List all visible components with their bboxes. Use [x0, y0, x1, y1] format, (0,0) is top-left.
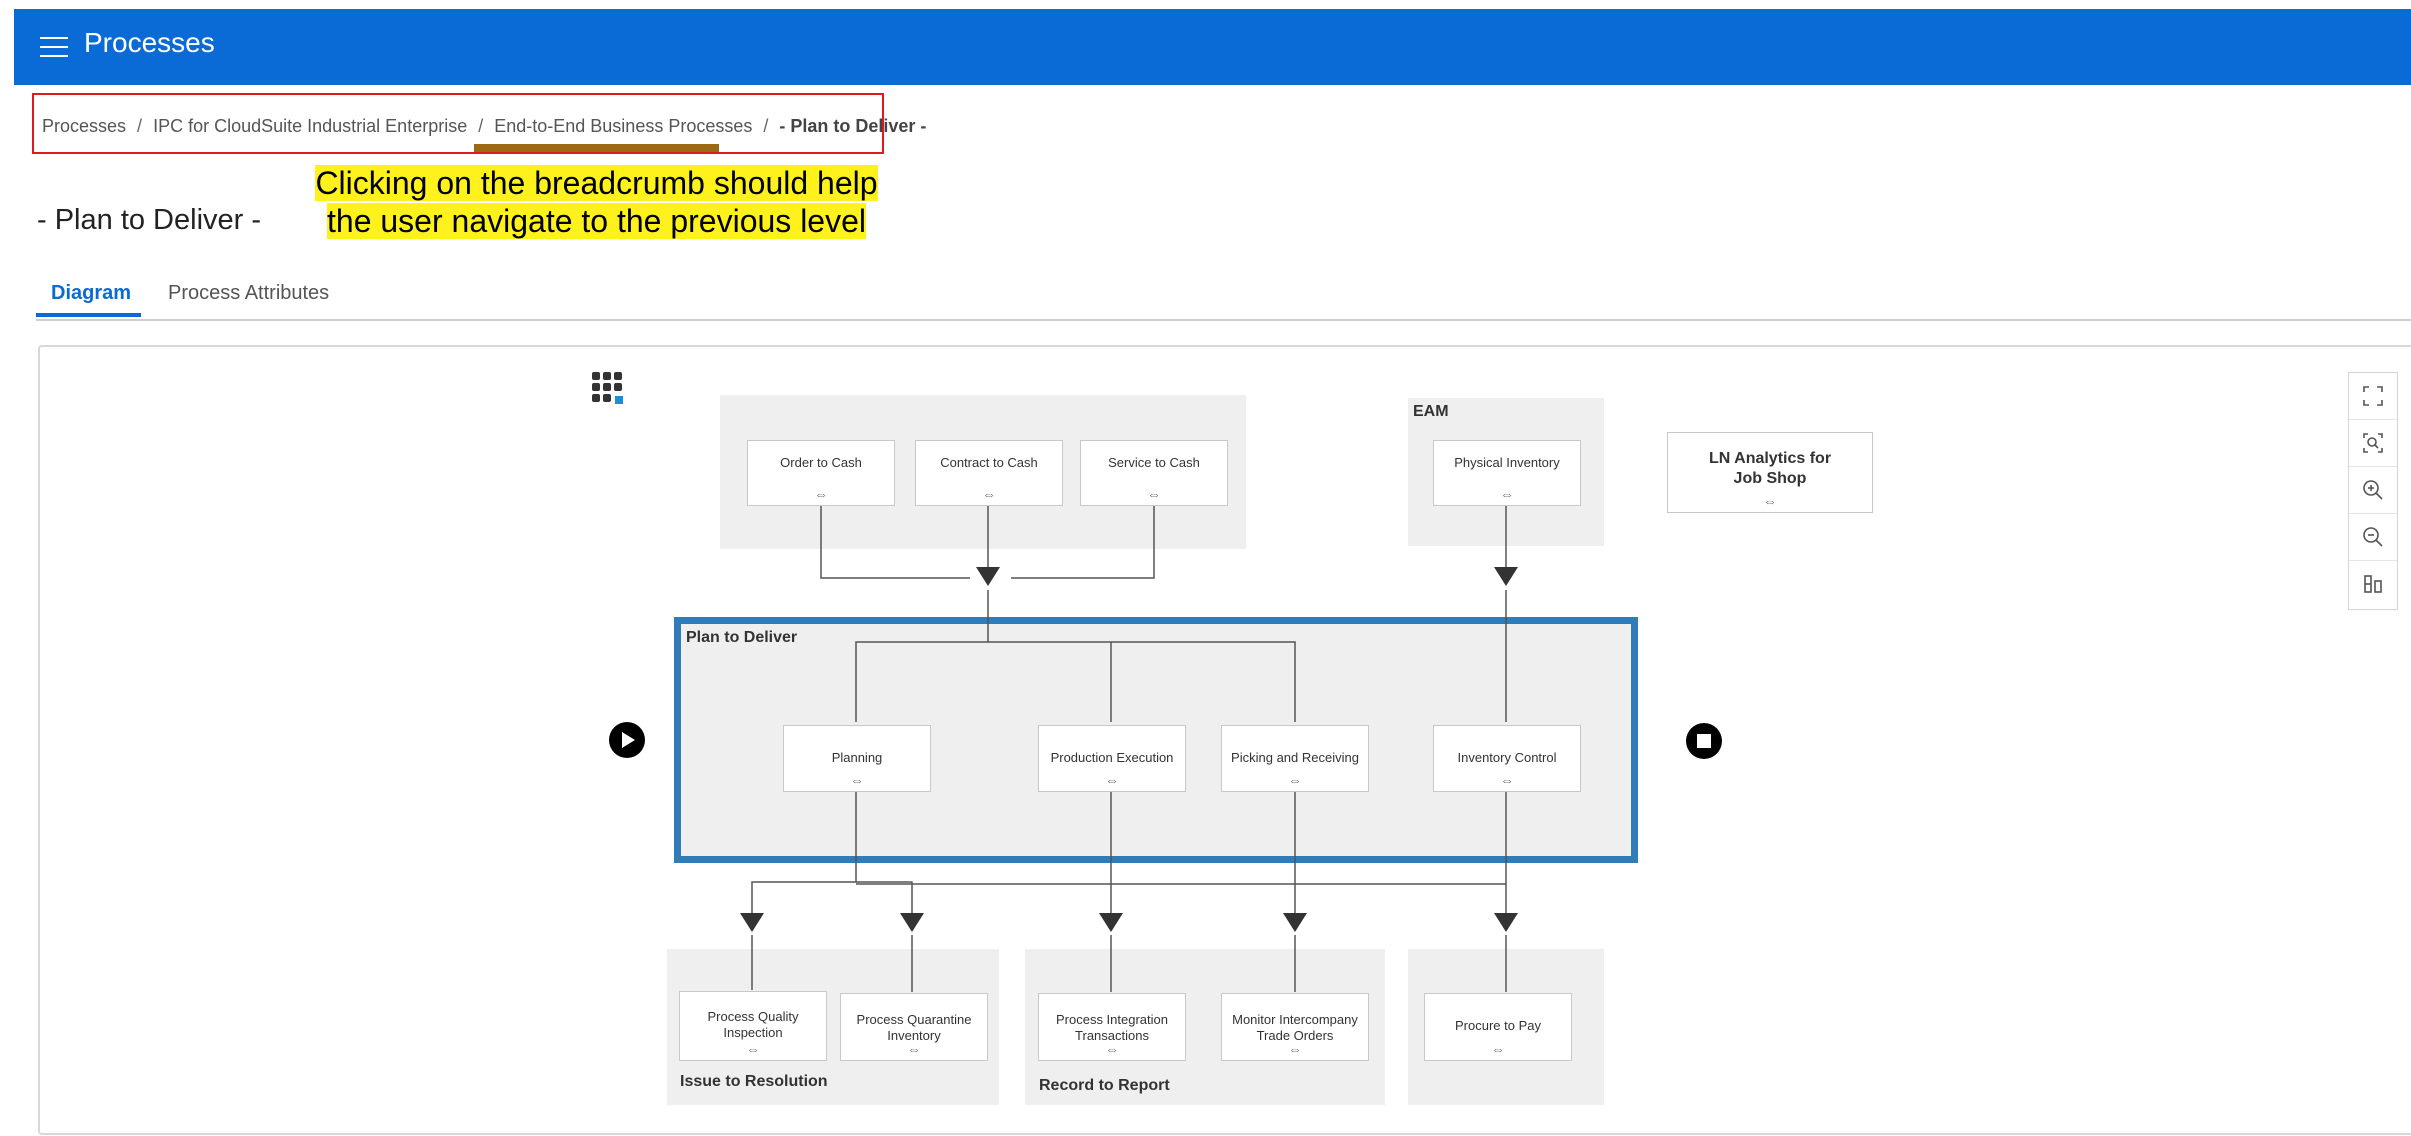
link-icon: ⇔: [1288, 1041, 1302, 1057]
node-monitor-intercompany-trade-orders[interactable]: Monitor Intercompany Trade Orders ⇔: [1221, 993, 1369, 1061]
start-event-play-icon[interactable]: [609, 722, 645, 758]
node-label: Planning: [831, 750, 883, 765]
link-icon: ⇔: [850, 772, 864, 788]
node-contract-to-cash[interactable]: Contract to Cash ⇔: [915, 440, 1063, 506]
node-planning[interactable]: Planning ⇔: [783, 725, 931, 792]
node-label: Contract to Cash: [940, 455, 1038, 470]
node-process-quarantine-inventory[interactable]: Process Quarantine Inventory ⇔: [840, 993, 988, 1061]
node-process-integration-transactions[interactable]: Process Integration Transactions ⇔: [1038, 993, 1186, 1061]
diagram-toolbar: [2348, 372, 2398, 610]
node-process-quality-inspection[interactable]: Process Quality Inspection ⇔: [679, 991, 827, 1061]
zoom-out-icon[interactable]: [2349, 514, 2397, 561]
link-icon: ⇔: [1147, 486, 1161, 502]
link-icon: ⇔: [1763, 493, 1777, 509]
node-label: Production Execution: [1050, 750, 1174, 765]
diagram-connectors: [740, 505, 1518, 992]
node-label: Process Quarantine Inventory: [856, 1012, 972, 1043]
node-label: Monitor Intercompany Trade Orders: [1232, 1012, 1358, 1043]
node-physical-inventory[interactable]: Physical Inventory ⇔: [1433, 440, 1581, 506]
node-inventory-control[interactable]: Inventory Control ⇔: [1433, 725, 1581, 792]
link-icon: ⇔: [1105, 772, 1119, 788]
link-icon: ⇔: [907, 1041, 921, 1057]
link-icon: ⇔: [1105, 1041, 1119, 1057]
node-order-to-cash[interactable]: Order to Cash ⇔: [747, 440, 895, 506]
node-label: Service to Cash: [1108, 455, 1200, 470]
node-label: Picking and Receiving: [1231, 750, 1359, 765]
layout-icon[interactable]: [2349, 561, 2397, 607]
link-icon: ⇔: [1500, 486, 1514, 502]
node-label: Physical Inventory: [1454, 455, 1560, 470]
node-procure-to-pay[interactable]: Procure to Pay ⇔: [1424, 993, 1572, 1061]
link-icon: ⇔: [1500, 772, 1514, 788]
node-label: LN Analytics for Job Shop: [1708, 450, 1832, 487]
node-label: Procure to Pay: [1455, 1018, 1541, 1033]
node-picking-and-receiving[interactable]: Picking and Receiving ⇔: [1221, 725, 1369, 792]
link-icon: ⇔: [1491, 1041, 1505, 1057]
link-icon: ⇔: [1288, 772, 1302, 788]
node-label: Inventory Control: [1457, 750, 1557, 765]
node-service-to-cash[interactable]: Service to Cash ⇔: [1080, 440, 1228, 506]
node-production-execution[interactable]: Production Execution ⇔: [1038, 725, 1186, 792]
node-ln-analytics[interactable]: LN Analytics for Job Shop ⇔: [1667, 432, 1873, 513]
zoom-in-icon[interactable]: [2349, 467, 2397, 514]
node-label: Process Integration Transactions: [1055, 1012, 1168, 1043]
node-label: Order to Cash: [780, 455, 862, 470]
end-event-stop-icon[interactable]: [1686, 723, 1722, 759]
link-icon: ⇔: [982, 486, 996, 502]
zoom-fit-icon[interactable]: [2349, 420, 2397, 467]
link-icon: ⇔: [814, 486, 828, 502]
link-icon: ⇔: [746, 1041, 760, 1057]
fullscreen-icon[interactable]: [2349, 373, 2397, 420]
node-label: Process Quality Inspection: [707, 1009, 799, 1040]
